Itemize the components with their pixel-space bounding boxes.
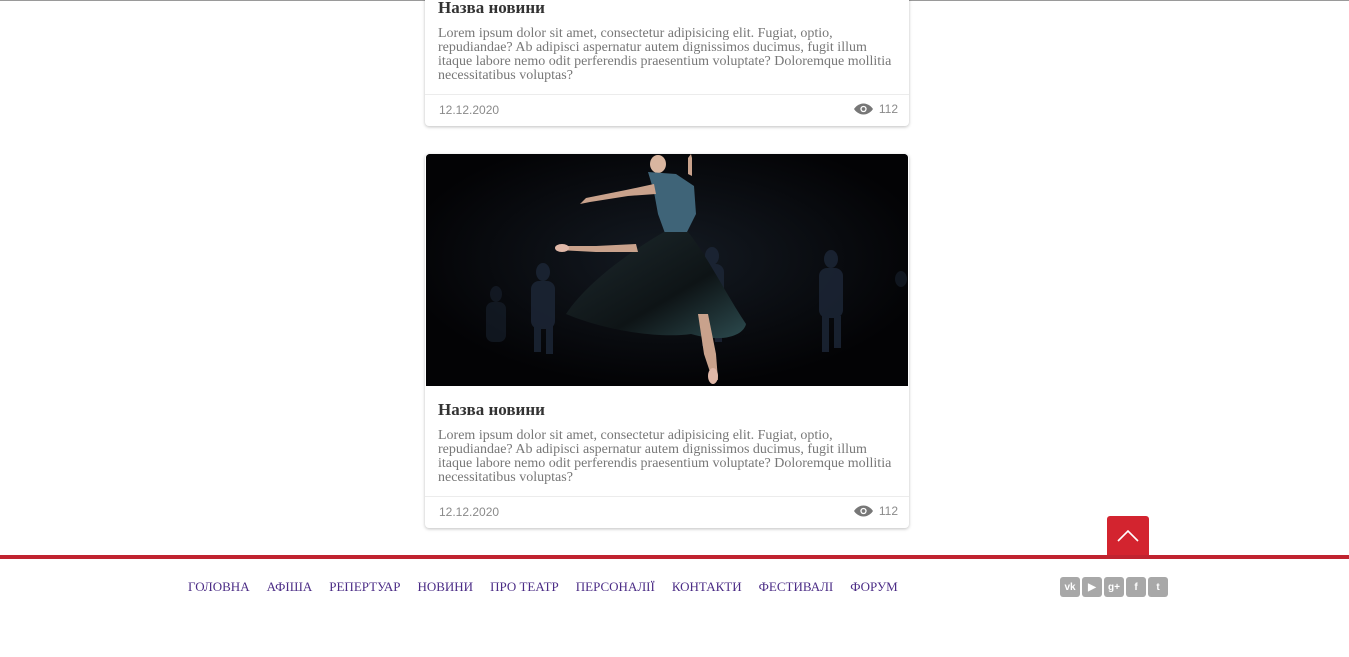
news-excerpt: Lorem ipsum dolor sit amet, consectetur … xyxy=(438,26,892,83)
chevron-up-icon xyxy=(1117,530,1139,542)
views-count: 112 xyxy=(878,504,898,518)
eye-icon xyxy=(853,505,873,517)
news-title[interactable]: Назва новини xyxy=(438,400,896,420)
news-card[interactable]: Назва новини Lorem ipsum dolor sit amet,… xyxy=(425,154,909,528)
news-excerpt: Lorem ipsum dolor sit amet, consectetur … xyxy=(438,428,892,485)
footer-nav-home[interactable]: ГОЛОВНА xyxy=(188,579,250,595)
news-date: 12.12.2020 xyxy=(439,103,500,117)
footer-nav-forum[interactable]: ФОРУМ xyxy=(850,579,898,595)
news-card[interactable]: Назва новини Lorem ipsum dolor sit amet,… xyxy=(425,0,909,126)
footer-nav-festivals[interactable]: ФЕСТИВАЛІ xyxy=(759,579,834,595)
footer-nav: ГОЛОВНА АФІША РЕПЕРТУАР НОВИНИ ПРО ТЕАТР… xyxy=(188,579,915,595)
twitter-icon[interactable]: t xyxy=(1148,577,1168,597)
footer-nav-personalities[interactable]: ПЕРСОНАЛІЇ xyxy=(576,579,655,595)
views-counter: 112 xyxy=(853,102,898,116)
youtube-icon[interactable]: ▶ xyxy=(1082,577,1102,597)
card-footer: 12.12.2020 112 xyxy=(425,94,909,126)
google-plus-icon[interactable]: g+ xyxy=(1104,577,1124,597)
views-count: 112 xyxy=(878,102,898,116)
vk-icon[interactable]: vk xyxy=(1060,577,1080,597)
footer-nav-about-theatre[interactable]: ПРО ТЕАТР xyxy=(490,579,559,595)
ballet-photo xyxy=(426,154,908,386)
footer-nav-afisha[interactable]: АФІША xyxy=(267,579,313,595)
views-counter: 112 xyxy=(853,504,898,518)
social-links: vk ▶ g+ f t xyxy=(1060,577,1168,597)
news-image-ballet-dancer[interactable] xyxy=(426,154,908,386)
footer-divider xyxy=(0,555,1349,559)
footer-nav-news[interactable]: НОВИНИ xyxy=(417,579,473,595)
news-title[interactable]: Назва новини xyxy=(438,0,896,18)
news-date: 12.12.2020 xyxy=(439,505,500,519)
scroll-to-top-button[interactable] xyxy=(1107,516,1149,556)
card-footer: 12.12.2020 112 xyxy=(425,496,909,528)
footer-nav-contacts[interactable]: КОНТАКТИ xyxy=(672,579,742,595)
footer-nav-repertoire[interactable]: РЕПЕРТУАР xyxy=(329,579,400,595)
facebook-icon[interactable]: f xyxy=(1126,577,1146,597)
eye-icon xyxy=(853,103,873,115)
